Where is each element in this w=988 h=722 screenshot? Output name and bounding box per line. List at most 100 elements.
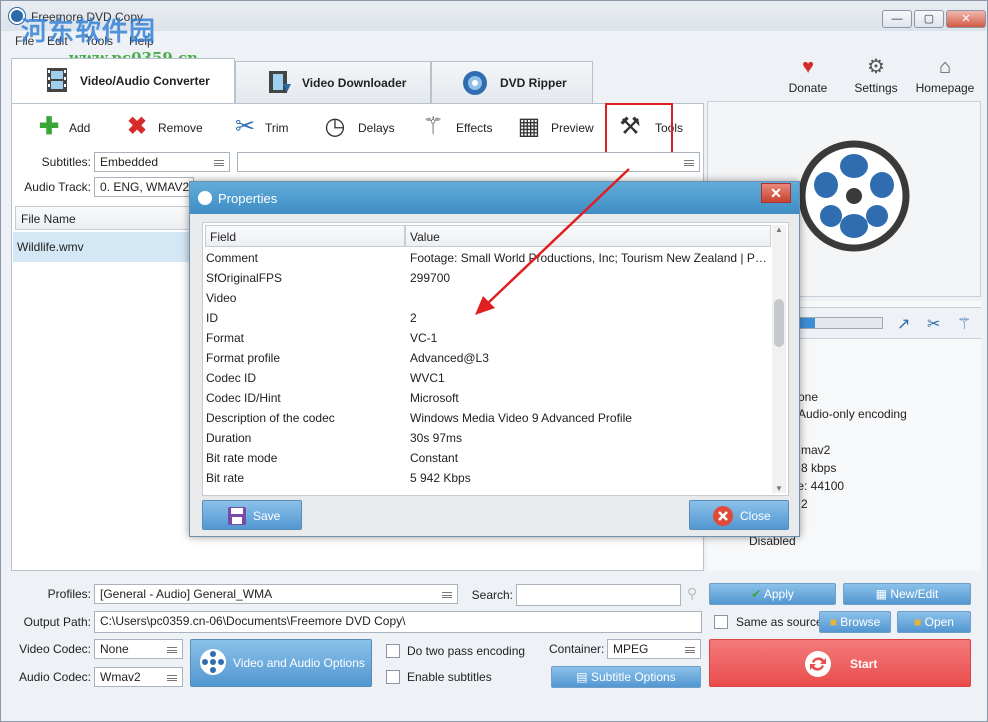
start-button[interactable]: Start [709, 639, 971, 687]
folder-open-icon: ■ [914, 615, 925, 629]
property-field: Description of the codec [206, 411, 335, 425]
scroll-down-icon[interactable]: ▼ [775, 484, 783, 493]
close-button[interactable]: ✕ [946, 10, 986, 28]
audio-codec-value: Wmav2 [100, 670, 141, 684]
film-edit-icon: ▦ [875, 587, 891, 601]
menu-lines-icon [214, 160, 224, 166]
info-line: te: 44100 [794, 479, 845, 493]
remove-label: Remove [158, 121, 203, 135]
apply-button[interactable]: ✔ Apply [709, 583, 836, 605]
tab-label: Video Downloader [302, 76, 407, 90]
effects-label: Effects [456, 121, 493, 135]
info-line: 2 [801, 497, 808, 511]
refresh-icon [805, 651, 831, 677]
profiles-select[interactable]: [General - Audio] General_WMA [94, 584, 458, 604]
preview-button[interactable]: ▦ Preview [515, 111, 597, 143]
save-button[interactable]: Save [202, 500, 302, 530]
floppy-disk-icon [228, 507, 246, 525]
video-codec-value: None [100, 642, 129, 656]
audio-track-select[interactable]: 0. ENG, WMAV2 ( [94, 177, 194, 197]
browse-button[interactable]: ■ Browse [819, 611, 891, 633]
browse-label: Browse [840, 615, 881, 629]
output-path-input[interactable]: C:\Users\pc0359.cn-06\Documents\Freemore… [94, 611, 702, 633]
delays-button[interactable]: ◷ Delays [321, 111, 397, 143]
vertical-scrollbar[interactable]: ▲ ▼ [772, 225, 786, 493]
file-name-cell: Wildlife.wmv [17, 240, 84, 254]
property-value: 2 [410, 311, 417, 325]
effects-button[interactable]: ⚚ Effects [419, 111, 499, 143]
search-icon[interactable]: ⚲ [687, 585, 697, 602]
subtitles-select[interactable]: Embedded [94, 152, 230, 172]
field-header-label: Field [210, 230, 237, 244]
homepage-button[interactable]: ⌂ Homepage [913, 55, 977, 95]
same-as-source-checkbox[interactable] [714, 615, 728, 629]
property-value: Windows Media Video 9 Advanced Profile [410, 411, 632, 425]
save-label: Save [253, 509, 281, 523]
tab-label: Video/Audio Converter [80, 74, 210, 88]
x-icon: ✖ [126, 113, 148, 140]
field-column-header[interactable]: Field [205, 225, 405, 247]
maximize-button[interactable]: ▢ [914, 10, 944, 28]
remove-button[interactable]: ✖ Remove [123, 111, 207, 143]
video-codec-select[interactable]: None [94, 639, 183, 659]
audio-track-value: 0. ENG, WMAV2 ( [100, 180, 194, 194]
file-name-column-header[interactable]: File Name [15, 206, 205, 230]
value-header-label: Value [410, 230, 440, 244]
trim-label: Trim [265, 121, 289, 135]
profiles-label: Profiles: [47, 587, 91, 601]
folder-icon: ■ [829, 615, 841, 629]
film-icon [47, 68, 67, 92]
dialog-close-button[interactable]: ✕ [761, 183, 791, 203]
external-link-icon[interactable]: ↗ [897, 314, 910, 334]
property-field: Duration [206, 431, 252, 445]
output-path-label: Output Path: [23, 615, 91, 629]
dialog-close-action-button[interactable]: Close [689, 500, 789, 530]
table-row[interactable]: Wildlife.wmv [13, 232, 203, 262]
search-input[interactable] [516, 584, 681, 606]
property-field: Comment [206, 251, 259, 265]
scissors-icon[interactable]: ✂ [927, 314, 940, 334]
menu-lines-icon [684, 160, 694, 166]
info-line: mav2 [801, 443, 831, 457]
open-button[interactable]: ■ Open [897, 611, 971, 633]
property-value: 299700 [410, 271, 451, 285]
video-audio-options-label: Video and Audio Options [233, 656, 365, 670]
two-pass-checkbox[interactable] [386, 644, 400, 658]
subtitle-options-button[interactable]: ▤ Subtitle Options [551, 666, 701, 688]
new-edit-button[interactable]: ▦ New/Edit [843, 583, 971, 605]
tab-dvd-ripper[interactable]: DVD Ripper [431, 61, 593, 103]
tools-highlight [605, 103, 673, 158]
app-logo-icon [198, 191, 212, 205]
trim-button[interactable]: ✂ Trim [231, 111, 295, 143]
container-value: MPEG [613, 642, 649, 656]
tab-video-audio-converter[interactable]: Video/Audio Converter [11, 58, 235, 104]
tab-label: DVD Ripper [500, 76, 567, 90]
property-value: Constant [410, 451, 459, 465]
new-edit-label: New/Edit [890, 587, 939, 601]
tab-video-downloader[interactable]: Video Downloader [235, 61, 431, 103]
subtitles-file-select[interactable] [237, 152, 700, 172]
donate-button[interactable]: ♥ Donate [785, 55, 831, 95]
value-column-header[interactable]: Value [405, 225, 771, 247]
enable-subtitles-checkbox[interactable] [386, 670, 400, 684]
minimize-button[interactable]: — [882, 10, 912, 28]
disc-icon [463, 71, 487, 95]
scroll-up-icon[interactable]: ▲ [775, 225, 783, 234]
add-button[interactable]: ✚ Add [35, 111, 105, 143]
video-audio-options-button[interactable]: Video and Audio Options [190, 639, 372, 687]
plus-icon: ✚ [38, 113, 60, 140]
property-field: Bit rate mode [206, 451, 278, 465]
audio-codec-select[interactable]: Wmav2 [94, 667, 183, 687]
home-icon: ⌂ [938, 56, 952, 78]
container-select[interactable]: MPEG [607, 639, 701, 659]
info-line: 8 kbps [801, 461, 837, 475]
property-value: Footage: Small World Productions, Inc; T… [410, 251, 770, 265]
close-label: Close [740, 509, 771, 523]
container-label: Container: [549, 642, 605, 656]
property-value: Advanced@L3 [410, 351, 489, 365]
settings-button[interactable]: ⚙ Settings [851, 55, 901, 95]
scroll-thumb[interactable] [774, 299, 784, 347]
profiles-value: [General - Audio] General_WMA [100, 587, 273, 601]
property-field: Codec ID [206, 371, 257, 385]
magic-wand-icon[interactable]: ⚚ [957, 314, 971, 334]
